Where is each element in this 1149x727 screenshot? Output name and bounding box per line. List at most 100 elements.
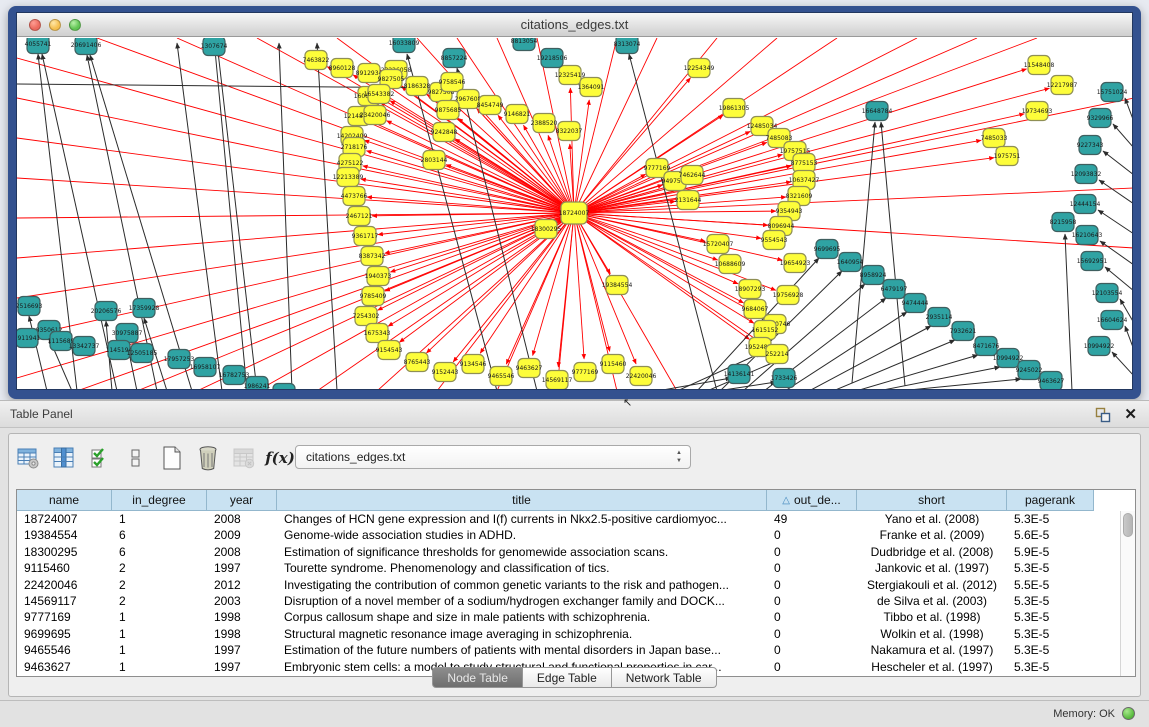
- graph-edge[interactable]: [1098, 210, 1132, 234]
- graph-node-label: 9134546: [460, 361, 487, 368]
- table-cell: 1997: [207, 560, 277, 576]
- table-row[interactable]: 969969511998Structural magnetic resonanc…: [17, 626, 1120, 642]
- tab-node-table[interactable]: Node Table: [432, 667, 523, 688]
- close-icon[interactable]: ✕: [1124, 405, 1137, 423]
- graph-node-label: 8765443: [404, 359, 431, 366]
- table-cell: Investigating the contribution of common…: [277, 577, 767, 593]
- graph-edge[interactable]: [574, 38, 917, 213]
- table-tab-bar: Node TableEdge TableNetwork Table: [9, 667, 1140, 688]
- graph-edge[interactable]: [1112, 352, 1132, 376]
- table-row[interactable]: 911546021997Tourette syndrome. Phenomeno…: [17, 560, 1120, 576]
- graph-edge[interactable]: [899, 379, 1021, 389]
- delete-table-icon[interactable]: [229, 444, 259, 472]
- tab-network-table[interactable]: Network Table: [612, 667, 717, 688]
- network-canvas[interactable]: 1830029516060127121481521420240927181764…: [17, 38, 1132, 389]
- table-panel-title: Table Panel: [10, 407, 73, 421]
- delete-column-icon[interactable]: [193, 444, 223, 472]
- graph-node-label: 15692951: [1077, 258, 1108, 265]
- graph-edge[interactable]: [215, 50, 247, 389]
- graph-node-label: 8857224: [441, 55, 468, 62]
- graph-edge[interactable]: [570, 88, 574, 213]
- graph-edge[interactable]: [1113, 124, 1132, 148]
- column-header-in_degree[interactable]: in_degree: [112, 490, 207, 511]
- graph-node-label: 3911941: [17, 335, 41, 342]
- column-header-title[interactable]: title: [277, 490, 767, 511]
- table-row[interactable]: 1456911722003Disruption of a novel membe…: [17, 593, 1120, 609]
- table-cell: 2008: [207, 544, 277, 560]
- graph-node-label: 12505185: [127, 350, 158, 357]
- graph-edge[interactable]: [1125, 326, 1132, 350]
- graph-node-label: 2803144: [421, 157, 448, 164]
- table-cell: Dudbridge et al. (2008): [857, 544, 1007, 560]
- graph-node-label: 19384554: [602, 282, 633, 289]
- vertical-scrollbar[interactable]: [1120, 511, 1135, 676]
- table-select-dropdown[interactable]: citations_edges.txt ▲▼: [295, 445, 691, 469]
- column-header-name[interactable]: name: [17, 490, 112, 511]
- graph-edge[interactable]: [574, 188, 1132, 213]
- table-row[interactable]: 1938455462009Genome-wide association stu…: [17, 527, 1120, 543]
- graph-node-label: 8813054: [511, 38, 538, 45]
- table-cell: Estimation of significance thresholds fo…: [277, 544, 767, 560]
- table-row[interactable]: 977716911998Corpus callosum shape and si…: [17, 609, 1120, 625]
- table-row[interactable]: 1872400712008Changes of HCN gene express…: [17, 511, 1120, 527]
- function-builder-icon[interactable]: f(x): [265, 444, 295, 472]
- graph-node-label: 23420046: [360, 112, 391, 119]
- graph-node-label: 8454749: [477, 102, 504, 109]
- graph-edge[interactable]: [1099, 180, 1132, 204]
- graph-edge[interactable]: [17, 58, 574, 213]
- graph-edge[interactable]: [480, 213, 574, 353]
- graph-edge[interactable]: [1125, 98, 1132, 122]
- show-columns-icon[interactable]: [49, 444, 79, 472]
- graph-edge[interactable]: [366, 151, 574, 213]
- table-mode-icon[interactable]: [13, 444, 43, 472]
- tab-edge-table[interactable]: Edge Table: [523, 667, 612, 688]
- graph-edge[interactable]: [387, 121, 574, 213]
- graph-node-label: 9146821: [504, 111, 531, 118]
- graph-edge[interactable]: [833, 340, 955, 389]
- column-header-pagerank[interactable]: pagerank: [1007, 490, 1094, 511]
- table-cell: 1998: [207, 609, 277, 625]
- scrollbar-thumb[interactable]: [1123, 513, 1133, 537]
- row-options-icon[interactable]: [121, 444, 151, 472]
- table-cell: 9115460: [17, 560, 112, 576]
- table-cell: 0: [767, 544, 857, 560]
- graph-edge[interactable]: [317, 43, 337, 389]
- float-window-icon[interactable]: [1095, 407, 1111, 423]
- graph-node-label: 2388520: [531, 120, 558, 127]
- graph-edge[interactable]: [558, 213, 574, 367]
- graph-edge[interactable]: [17, 213, 574, 378]
- column-header-short[interactable]: short: [857, 490, 1007, 511]
- graph-node-label: 1975751: [994, 153, 1021, 160]
- graph-edge[interactable]: [1103, 151, 1132, 175]
- graph-edge[interactable]: [785, 312, 907, 389]
- new-column-icon[interactable]: [157, 444, 187, 472]
- graph-edge[interactable]: [878, 367, 1000, 389]
- table-row[interactable]: 1830029562008Estimation of significance …: [17, 544, 1120, 560]
- graph-edge[interactable]: [574, 213, 744, 303]
- table-row[interactable]: 946554611997Estimation of the future num…: [17, 642, 1120, 658]
- graph-edge[interactable]: [856, 355, 978, 389]
- table-cell: 2: [112, 577, 207, 593]
- select-columns-icon[interactable]: [85, 444, 115, 472]
- column-header-out_de[interactable]: △out_de...: [767, 490, 857, 511]
- graph-node-label: 12093832: [1071, 171, 1102, 178]
- table-cell: 0: [767, 560, 857, 576]
- memory-ok-indicator: [1122, 707, 1135, 720]
- graph-node-label: 8322037: [556, 128, 583, 135]
- table-row[interactable]: 2242004622012Investigating the contribut…: [17, 577, 1120, 593]
- network-window-titlebar[interactable]: citations_edges.txt: [17, 13, 1132, 37]
- table-cell: 2008: [207, 511, 277, 527]
- graph-edge[interactable]: [1065, 234, 1072, 389]
- graph-edge[interactable]: [574, 140, 981, 213]
- graph-node-label: 1640954: [837, 259, 864, 266]
- graph-edge[interactable]: [17, 213, 574, 258]
- graph-edge[interactable]: [17, 213, 574, 298]
- graph-node-label: 12103554: [1092, 290, 1123, 297]
- graph-node-teal[interactable]: [273, 384, 295, 390]
- table-cell: Tourette syndrome. Phenomenology and cla…: [277, 560, 767, 576]
- table-cell: Disruption of a novel member of a sodium…: [277, 593, 767, 609]
- graph-node-label: 7932621: [950, 328, 977, 335]
- graph-edge[interactable]: [574, 213, 766, 347]
- column-header-year[interactable]: year: [207, 490, 277, 511]
- table-cell: 6: [112, 544, 207, 560]
